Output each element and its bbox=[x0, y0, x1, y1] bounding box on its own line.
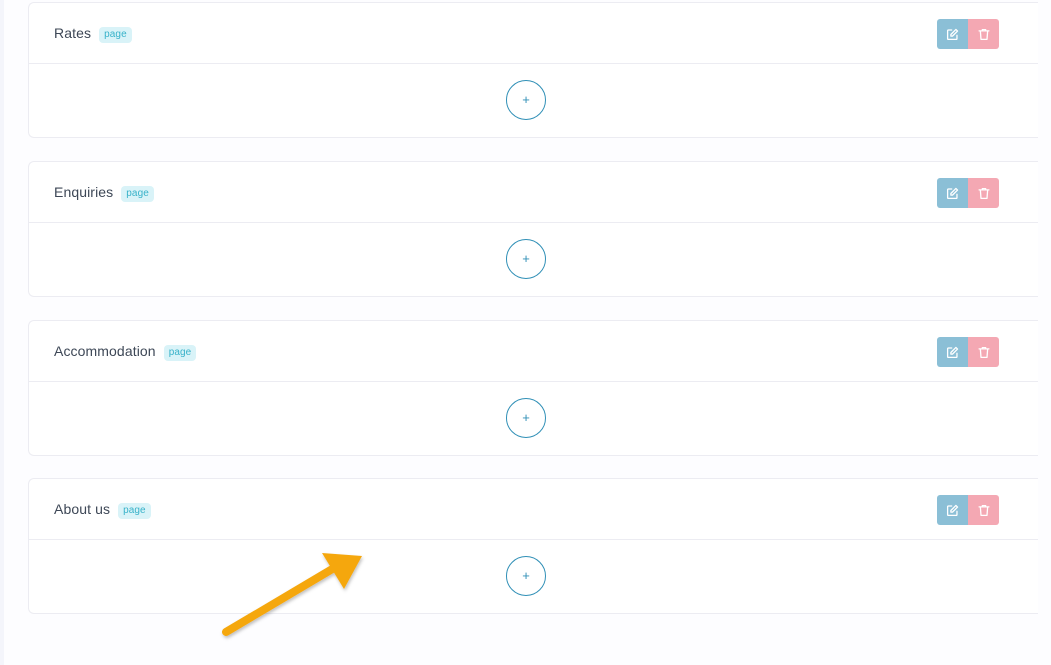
page: Rates page + Enquiries page + Accommodat… bbox=[0, 0, 1051, 665]
section-body: + bbox=[29, 64, 1038, 137]
section-card-accommodation: Accommodation page + bbox=[28, 320, 1038, 456]
add-item-button[interactable]: + bbox=[506, 556, 546, 596]
section-title: Rates page bbox=[54, 25, 132, 43]
section-body: + bbox=[29, 223, 1038, 296]
section-actions bbox=[937, 178, 999, 208]
page-badge: page bbox=[99, 27, 132, 43]
page-badge: page bbox=[121, 186, 154, 202]
section-card-rates: Rates page + bbox=[28, 2, 1038, 138]
section-header: Accommodation page bbox=[29, 321, 1038, 382]
section-header: Rates page bbox=[29, 3, 1038, 64]
trash-icon bbox=[977, 28, 990, 40]
section-card-about-us: About us page + bbox=[28, 478, 1038, 614]
page-badge: page bbox=[118, 503, 151, 519]
edit-icon bbox=[946, 346, 959, 358]
section-actions bbox=[937, 19, 999, 49]
section-body: + bbox=[29, 382, 1038, 455]
section-title: About us page bbox=[54, 501, 151, 519]
add-item-button[interactable]: + bbox=[506, 80, 546, 120]
delete-button[interactable] bbox=[968, 178, 999, 208]
trash-icon bbox=[977, 504, 990, 516]
add-item-button[interactable]: + bbox=[506, 239, 546, 279]
delete-button[interactable] bbox=[968, 19, 999, 49]
section-card-enquiries: Enquiries page + bbox=[28, 161, 1038, 297]
section-title-text: Enquiries bbox=[54, 184, 114, 200]
section-title-text: About us bbox=[54, 501, 111, 517]
edit-icon bbox=[946, 187, 959, 199]
edit-button[interactable] bbox=[937, 178, 968, 208]
trash-icon bbox=[977, 346, 990, 358]
add-item-button[interactable]: + bbox=[506, 398, 546, 438]
edit-icon bbox=[946, 28, 959, 40]
section-body: + bbox=[29, 540, 1038, 613]
section-title-text: Accommodation bbox=[54, 343, 156, 359]
trash-icon bbox=[977, 187, 990, 199]
page-badge: page bbox=[163, 345, 197, 361]
section-actions bbox=[937, 337, 999, 367]
edit-icon bbox=[946, 504, 959, 516]
edit-button[interactable] bbox=[937, 19, 968, 49]
edit-button[interactable] bbox=[937, 337, 968, 367]
section-actions bbox=[937, 495, 999, 525]
section-header: Enquiries page bbox=[29, 162, 1038, 223]
section-header: About us page bbox=[29, 479, 1038, 540]
section-title: Enquiries page bbox=[54, 184, 154, 202]
delete-button[interactable] bbox=[968, 337, 999, 367]
left-rail bbox=[0, 0, 4, 665]
edit-button[interactable] bbox=[937, 495, 968, 525]
delete-button[interactable] bbox=[968, 495, 999, 525]
section-title: Accommodation page bbox=[54, 343, 197, 361]
section-title-text: Rates bbox=[54, 25, 92, 41]
